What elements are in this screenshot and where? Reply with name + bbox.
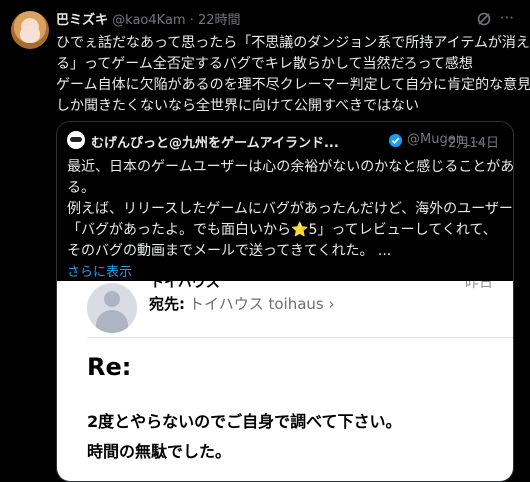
more-options-icon[interactable]: ··· [500,9,514,27]
verified-badge-icon [388,133,403,148]
email-subject: Re: [87,353,132,381]
tweet-text-line: る」ってゲーム全否定するバグでキレ散らかして当然だろって感想 [56,56,473,72]
star-emoji-icon: ⭐ [291,222,309,238]
tweet-text-line: ゲーム自体に欠陥があるのを理不尽クレーマー判定して自分に肯定的な意見 [56,77,530,93]
email-to-value: トイハウス toihaus › [189,295,335,313]
grok-icon[interactable] [476,11,492,27]
show-more-link[interactable]: さらに表示 [67,262,503,283]
email-to-label: 宛先: [149,295,185,313]
email-date: 昨日 [465,281,493,291]
attached-image-email-screenshot[interactable]: トイハウス 昨日 宛先: トイハウス toihaus › Re: 2度とやらないの… [57,281,513,481]
tweet[interactable]: 巴ミズキ @kao4Kam · 22時間 ··· ひでぇ話だなあって思ったら「不… [0,0,530,482]
quoted-tweet-date[interactable]: 2月14日 [448,132,499,151]
author-handle[interactable]: @kao4Kam [112,13,185,28]
email-recipient: 宛先: トイハウス toihaus › [149,293,334,314]
email-sender-name: トイハウス [150,281,220,291]
quoted-text-line: 「バグがあったよ。でも面白いから⭐5」ってレビューしてくれて、 [67,222,497,238]
tweet-header: 巴ミズキ @kao4Kam · 22時間 ··· [56,9,514,29]
quoted-text-line: 最近、日本のゲームユーザーは心の余裕がないのかなと感じることがあ [67,159,514,175]
author-avatar[interactable] [11,11,49,49]
quoted-author-name[interactable]: むげんぴっと@九州をゲームアイランド... [91,132,339,151]
tweet-time[interactable]: 22時間 [198,13,241,28]
email-body-line: 2度とやらないのでご自身で調べて下さい。 [87,412,402,431]
quoted-tweet-text: 最近、日本のゲームユーザーは心の余裕がないのかなと感じることがあ る。 例えば、… [67,157,514,283]
separator-dot: · [189,13,194,28]
email-sender-avatar [87,283,137,333]
tweet-text-line: しか聞きたくないなら全世界に向けて公開すべきではない [56,98,420,114]
quoted-tweet[interactable]: むげんぴっと@九州をゲームアイランド... @Mugen_... · 2月14日… [56,121,514,482]
quoted-tweet-header: むげんぴっと@九州をゲームアイランド... @Mugen_... · 2月14日 [67,131,503,151]
quoted-author-avatar[interactable] [67,131,85,149]
email-body-line: 時間の無駄でした。 [87,442,232,461]
author-name[interactable]: 巴ミズキ [56,13,108,28]
tweet-text: ひでぇ話だなあって思ったら「不思議のダンジョン系で所持アイテムが消え る」ってゲ… [56,33,530,117]
email-divider [87,337,513,338]
quoted-text-line: る。 [67,180,95,196]
tweet-text-line: ひでぇ話だなあって思ったら「不思議のダンジョン系で所持アイテムが消え [56,35,530,51]
quoted-text-line: そのバグの動画までメールで送ってきてくれた。 ... [67,243,392,259]
quoted-text-line: 例えば、リリースしたゲームにバグがあったんだけど、海外のユーザーは [67,201,514,217]
